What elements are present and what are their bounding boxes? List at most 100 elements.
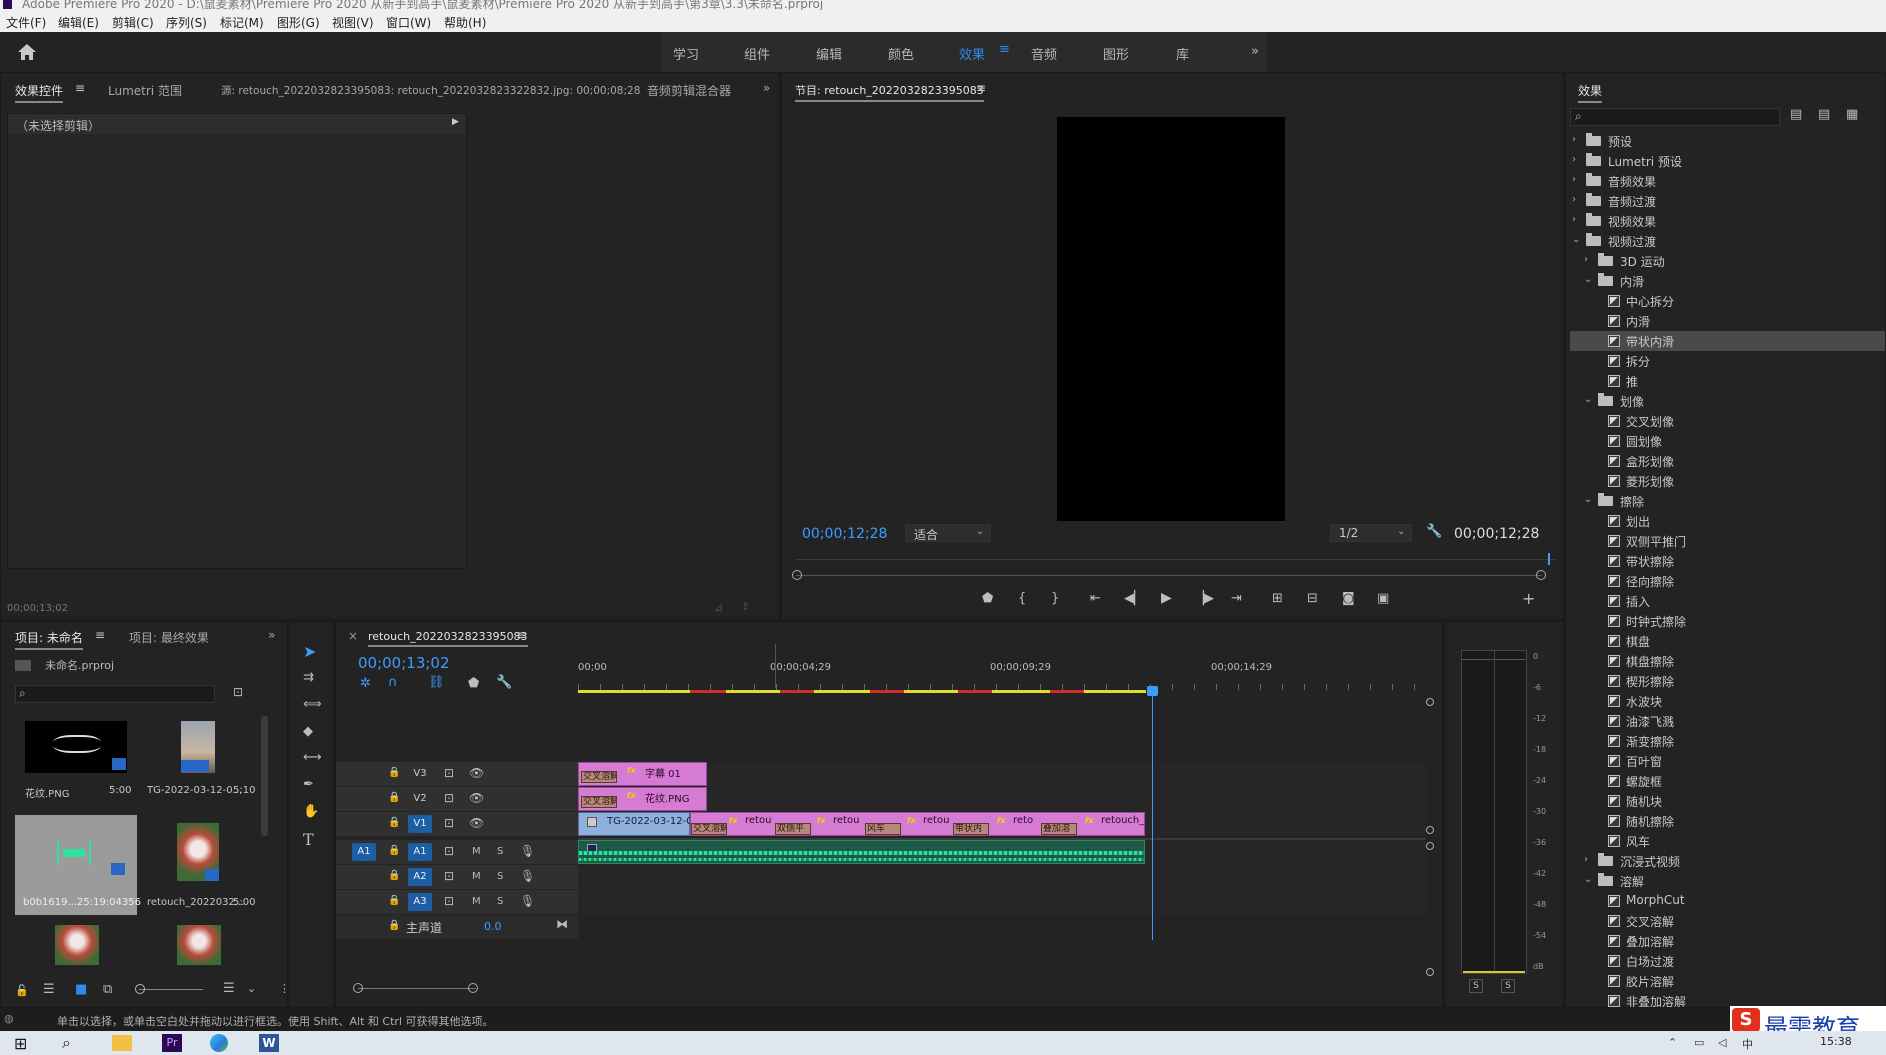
track-lock-icon[interactable]: 🔒 bbox=[388, 920, 400, 931]
extract-icon[interactable]: ⊟ bbox=[1307, 591, 1318, 606]
master-volume-value[interactable]: 0.0 bbox=[484, 920, 502, 933]
workspace-tab-learn[interactable]: 学习 bbox=[673, 44, 699, 63]
workspace-tab-graphics[interactable]: 图形 bbox=[1103, 44, 1129, 63]
clip-v3-title[interactable]: 交叉溶解 fx 字幕 01 bbox=[578, 762, 707, 786]
lift-icon[interactable]: ⊞ bbox=[1272, 591, 1283, 606]
effects-folder-item[interactable]: › 视频效果 bbox=[1570, 211, 1885, 231]
effects-folder-item[interactable]: › 音频效果 bbox=[1570, 171, 1885, 191]
menu-edit[interactable]: 编辑(E) bbox=[58, 14, 99, 31]
transition-double-door[interactable]: 双侧平 bbox=[775, 823, 811, 835]
workspace-tab-assembly[interactable]: 组件 bbox=[744, 44, 770, 63]
transition-windmill[interactable]: 风车 bbox=[865, 823, 901, 835]
panel-overflow-icon[interactable]: » bbox=[268, 628, 275, 642]
solo-button[interactable]: S bbox=[497, 871, 503, 882]
workspace-tab-color[interactable]: 颜色 bbox=[888, 44, 914, 63]
clip-v1-retouch-group[interactable]: 交叉溶解 fx retou 双侧平 fx retou 风车 fx retou 带… bbox=[690, 812, 1145, 836]
clock[interactable]: 15:38 bbox=[1820, 1035, 1852, 1048]
home-icon[interactable] bbox=[16, 42, 38, 62]
tab-project-untitled[interactable]: 项目: 未命名 bbox=[15, 629, 83, 650]
timeline-settings-icon[interactable]: 🔧 bbox=[496, 675, 512, 690]
clip-v1-tg[interactable]: TG-2022-03-12-073 bbox=[578, 812, 705, 836]
more-icon[interactable]: ⋮ bbox=[279, 982, 287, 995]
zoom-handle-right[interactable] bbox=[1536, 570, 1546, 580]
slip-tool-icon[interactable]: ⟷ bbox=[303, 750, 322, 765]
effect-item[interactable]: MorphCut bbox=[1570, 891, 1885, 911]
effect-item[interactable]: 油漆飞溅 bbox=[1570, 711, 1885, 731]
sync-lock-icon[interactable]: ⊡ bbox=[444, 869, 454, 883]
filter-icon[interactable]: ⊿ bbox=[714, 601, 723, 614]
chevron-right-icon[interactable]: › bbox=[1572, 154, 1582, 165]
camera-icon[interactable]: ◙ bbox=[1342, 591, 1355, 606]
project-scrollbar[interactable] bbox=[261, 716, 268, 836]
scroll-handle[interactable] bbox=[1426, 698, 1434, 706]
track-lock-icon[interactable]: 🔒 bbox=[388, 895, 400, 906]
snap-icon[interactable]: ∩ bbox=[388, 675, 398, 690]
menu-marker[interactable]: 标记(M) bbox=[220, 14, 264, 31]
effect-item[interactable]: 棋盘擦除 bbox=[1570, 651, 1885, 671]
chevron-down-icon[interactable]: ⌄ bbox=[247, 982, 256, 995]
effect-item[interactable]: 交叉划像 bbox=[1570, 411, 1885, 431]
accelerated-effects-icon[interactable]: ▤ bbox=[1790, 107, 1802, 122]
add-marker-icon[interactable]: ⬟ bbox=[468, 676, 479, 691]
zoom-slider-handle[interactable] bbox=[135, 984, 145, 994]
freeform-view-icon[interactable]: ⧉ bbox=[103, 982, 112, 997]
chevron-right-icon[interactable]: › bbox=[1584, 254, 1594, 265]
eye-icon[interactable]: 👁 bbox=[469, 766, 484, 780]
scroll-handle[interactable] bbox=[1426, 842, 1434, 850]
effects-folder-item[interactable]: ⌄ 内滑 bbox=[1570, 271, 1885, 291]
project-item-audio[interactable]: b0b1619... 25:19:04356 bbox=[15, 815, 141, 915]
step-forward-icon[interactable]: ▕▶ bbox=[1194, 591, 1214, 606]
timeline-playhead[interactable] bbox=[1152, 690, 1153, 940]
mute-button[interactable]: M bbox=[472, 846, 481, 857]
program-mini-timeline[interactable] bbox=[796, 553, 1556, 573]
sync-lock-icon[interactable]: ⊡ bbox=[444, 766, 454, 780]
sync-lock-icon[interactable]: ⊡ bbox=[444, 816, 454, 830]
effect-item[interactable]: 时钟式擦除 bbox=[1570, 611, 1885, 631]
chevron-down-icon[interactable]: ⌄ bbox=[1584, 394, 1594, 405]
track-lock-icon[interactable]: 🔒 bbox=[388, 845, 400, 856]
word-icon[interactable]: W bbox=[259, 1034, 279, 1052]
sequence-timecode[interactable]: 00;00;13;02 bbox=[358, 654, 450, 672]
menu-window[interactable]: 窗口(W) bbox=[386, 14, 431, 31]
effect-item[interactable]: 螺旋框 bbox=[1570, 771, 1885, 791]
playhead-handle[interactable] bbox=[1147, 686, 1158, 696]
effects-folder-item[interactable]: › 3D 运动 bbox=[1570, 251, 1885, 271]
windows-start-icon[interactable]: ⊞ bbox=[14, 1034, 27, 1053]
transition-additive-dissolve[interactable]: 叠加溶 bbox=[1041, 823, 1077, 835]
mute-button[interactable]: M bbox=[472, 896, 481, 907]
effect-item[interactable]: 推 bbox=[1570, 371, 1885, 391]
timeline-zoom-handle-right[interactable] bbox=[468, 983, 478, 993]
go-to-out-icon[interactable]: ⇥ bbox=[1231, 591, 1242, 606]
menu-clip[interactable]: 剪辑(C) bbox=[112, 14, 154, 31]
project-item-thumbnail[interactable] bbox=[55, 925, 99, 965]
comparison-view-icon[interactable]: ▣ bbox=[1377, 591, 1389, 606]
wrench-icon[interactable]: 🔧 bbox=[1426, 524, 1442, 539]
eye-icon[interactable]: 👁 bbox=[469, 791, 484, 805]
track-lock-icon[interactable]: 🔒 bbox=[388, 767, 400, 778]
hand-tool-icon[interactable]: ✋ bbox=[303, 804, 319, 819]
project-item-thumbnail[interactable] bbox=[177, 925, 221, 965]
step-back-icon[interactable]: ◀▏ bbox=[1124, 591, 1144, 606]
volume-icon[interactable]: ◁ bbox=[1718, 1036, 1726, 1049]
transition-cross-dissolve[interactable]: 交叉溶解 bbox=[691, 823, 727, 835]
menu-graphics[interactable]: 图形(G) bbox=[277, 14, 320, 31]
workspace-tab-libraries[interactable]: 库 bbox=[1176, 44, 1189, 63]
fit-dropdown[interactable]: 适合 ⌄ bbox=[905, 524, 991, 542]
edge-icon[interactable] bbox=[210, 1034, 228, 1052]
effects-folder-item[interactable]: › 沉浸式视频 bbox=[1570, 851, 1885, 871]
chevron-right-icon[interactable]: › bbox=[1572, 134, 1582, 145]
tab-effect-controls[interactable]: 效果控件 bbox=[15, 82, 64, 103]
effects-folder-item[interactable]: › 预设 bbox=[1570, 131, 1885, 151]
selection-tool-icon[interactable]: ➤ bbox=[303, 642, 316, 661]
track-lock-icon[interactable]: 🔒 bbox=[388, 817, 400, 828]
type-tool-icon[interactable]: T bbox=[303, 830, 314, 849]
workspace-tab-effects[interactable]: 效果 bbox=[959, 44, 985, 63]
effect-item[interactable]: 交叉溶解 bbox=[1570, 911, 1885, 931]
effects-folder-item[interactable]: ⌄ 擦除 bbox=[1570, 491, 1885, 511]
effects-search-input[interactable]: ⌕ bbox=[1570, 108, 1780, 126]
effect-item[interactable]: 随机擦除 bbox=[1570, 811, 1885, 831]
tab-audio-clip-mixer[interactable]: 音频剪辑混合器 bbox=[647, 82, 731, 99]
export-frame-icon[interactable]: ⇪ bbox=[741, 600, 750, 613]
transition-cross-dissolve[interactable]: 交叉溶解 bbox=[581, 796, 617, 808]
time-ruler[interactable]: 00;00 00;00;04;29 00;00;09;29 00;00;14;2… bbox=[578, 644, 1423, 694]
